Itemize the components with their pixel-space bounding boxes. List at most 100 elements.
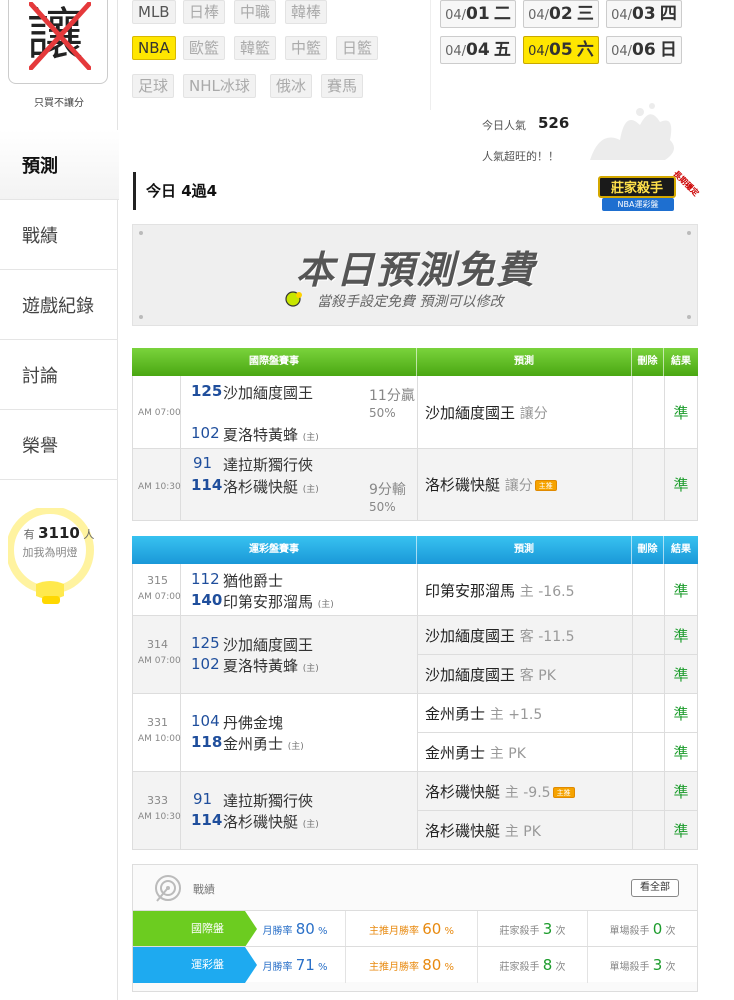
row-divider — [133, 615, 697, 616]
sport-soccer[interactable]: 足球 — [132, 74, 175, 98]
sport-jp-basketball[interactable]: 日籃 — [336, 36, 379, 60]
fan-prefix: 有 — [23, 528, 35, 541]
team-number: 114 — [191, 476, 223, 494]
stat-value: 80 — [295, 920, 315, 938]
home-marker: (主) — [302, 433, 319, 443]
stat-unit: 次 — [555, 926, 566, 937]
date-day: 04 — [466, 40, 490, 60]
col-game: 國際盤賽事 — [132, 348, 417, 376]
team-name: 夏洛特黃蜂 (主) — [223, 655, 319, 676]
game-time: AM 07:00 — [138, 656, 181, 666]
date-weekday: 二 — [493, 4, 511, 24]
pick: 金州勇士 主 +1.5 — [425, 703, 542, 724]
pin — [687, 315, 691, 319]
sport-nhl[interactable]: NHL冰球 — [183, 74, 256, 98]
row-divider — [133, 693, 697, 694]
nav-record[interactable]: 戰績 — [0, 200, 118, 270]
stats-label: 國際盤 — [133, 911, 257, 947]
date-0401[interactable]: 04/01 二 — [440, 0, 516, 28]
stat-value: 71 — [295, 956, 315, 974]
sport-jpn-baseball[interactable]: 日棒 — [183, 0, 226, 24]
pick-type: 客 PK — [519, 668, 556, 684]
team-number: 118 — [191, 733, 223, 751]
col-divider — [180, 564, 181, 849]
stat-value: 60 — [422, 920, 442, 938]
game-id: 331 — [147, 716, 168, 729]
date-0406[interactable]: 04/06 日 — [606, 36, 682, 64]
single-killer: 單場殺手 3 次 — [587, 947, 697, 983]
pick-team: 沙加緬度國王 — [425, 627, 516, 645]
date-prefix: 04/ — [611, 44, 633, 59]
col-pick: 預測 — [417, 348, 632, 376]
col-divider — [417, 376, 418, 520]
stat-label: 主推月勝率 — [369, 926, 419, 937]
sport-kor-basketball[interactable]: 韓籃 — [234, 36, 277, 60]
team-number: 104 — [191, 712, 220, 730]
team-label: 金州勇士 — [223, 735, 284, 753]
sport-kbo[interactable]: 韓棒 — [285, 0, 328, 24]
stat-label: 單場殺手 — [609, 926, 650, 937]
intl-table-body: AM 07:00 125 沙加緬度國王 11分贏 50% 102 夏洛特黃蜂 (… — [132, 376, 698, 521]
fan-count: 有 3110 人 — [0, 524, 118, 542]
sport-table-body: 315 AM 07:00 112 猶他爵士 140 印第安那溜馬 (主) 印第安… — [132, 564, 698, 850]
sport-cpbl[interactable]: 中職 — [234, 0, 277, 24]
team-name: 沙加緬度國王 — [223, 384, 314, 402]
fan-number: 3110 — [38, 524, 80, 542]
game-id: 315 — [147, 574, 168, 587]
nav-discussion[interactable]: 討論 — [0, 340, 118, 410]
pick-type: 主 +1.5 — [489, 707, 543, 723]
row-divider — [417, 810, 697, 811]
nav-game-log[interactable]: 遊戲紀錄 — [0, 270, 118, 340]
result-mark: 準 — [673, 783, 689, 801]
col-result: 結果 — [671, 544, 691, 555]
date-0403[interactable]: 04/03 四 — [606, 0, 682, 28]
team-number: 125 — [191, 382, 223, 400]
pick-team: 洛杉磯快艇 — [425, 822, 501, 840]
stat-label: 月勝率 — [262, 962, 293, 973]
date-prefix: 04/ — [528, 44, 550, 59]
pick-team: 沙加緬度國王 — [425, 404, 516, 422]
home-marker: (主) — [317, 600, 334, 610]
month-win-rate: 月勝率 80 % — [245, 911, 345, 947]
banker-killer: 莊家殺手 8 次 — [477, 947, 587, 983]
handicap-pct: 50% — [369, 406, 396, 420]
pick-type: 讓分 — [504, 478, 533, 494]
sport-cn-basketball[interactable]: 中籃 — [285, 36, 328, 60]
killer-badge-title: 莊家殺手 — [598, 176, 676, 198]
date-weekday: 三 — [576, 4, 594, 24]
stat-label: 莊家殺手 — [499, 962, 540, 973]
view-all-button[interactable]: 看全部 — [631, 879, 679, 897]
pick: 洛杉磯快艇 讓分 主推 — [425, 474, 557, 495]
handicap-line: 11分贏 — [369, 388, 415, 404]
result-mark: 準 — [673, 744, 689, 762]
team-name: 達拉斯獨行俠 — [223, 456, 314, 474]
game-time: AM 10:00 — [138, 734, 181, 744]
sport-nba[interactable]: NBA — [132, 36, 176, 60]
date-day: 01 — [466, 4, 490, 24]
pick-team: 金州勇士 — [425, 744, 486, 762]
date-day: 02 — [549, 4, 573, 24]
stat-label: 莊家殺手 — [499, 926, 540, 937]
pick-team: 沙加緬度國王 — [425, 666, 516, 684]
home-marker: (主) — [302, 485, 319, 495]
col-divider — [180, 376, 181, 520]
date-0402[interactable]: 04/02 三 — [523, 0, 599, 28]
team-name: 夏洛特黃蜂 (主) — [223, 424, 319, 445]
nav-honor[interactable]: 榮譽 — [0, 410, 118, 480]
sport-horse-racing[interactable]: 賽馬 — [321, 74, 364, 98]
team-number: 114 — [191, 811, 223, 829]
stat-unit: % — [317, 962, 328, 973]
stats-row-sport: 運彩盤 月勝率 71 % 主推月勝率 80 % 莊家殺手 8 次 單場殺手 3 … — [133, 946, 697, 983]
team-label: 夏洛特黃蜂 — [223, 426, 299, 444]
sport-khl[interactable]: 俄冰 — [270, 74, 313, 98]
date-0405[interactable]: 04/05 六 — [523, 36, 599, 64]
follow-link[interactable]: 加我為明燈 — [0, 544, 100, 560]
stat-label: 月勝率 — [262, 926, 293, 937]
home-marker: (主) — [302, 820, 319, 830]
game-time: AM 07:00 — [138, 592, 181, 602]
nav-predict[interactable]: 預測 — [0, 130, 119, 200]
sport-mlb[interactable]: MLB — [132, 0, 176, 24]
sport-euro-basketball[interactable]: 歐籃 — [183, 36, 226, 60]
sidebar: 讓 只買不讓分 預測 戰績 遊戲紀錄 討論 榮譽 有 3110 人 加我為明燈 — [0, 0, 119, 1000]
date-0404[interactable]: 04/04 五 — [440, 36, 516, 64]
